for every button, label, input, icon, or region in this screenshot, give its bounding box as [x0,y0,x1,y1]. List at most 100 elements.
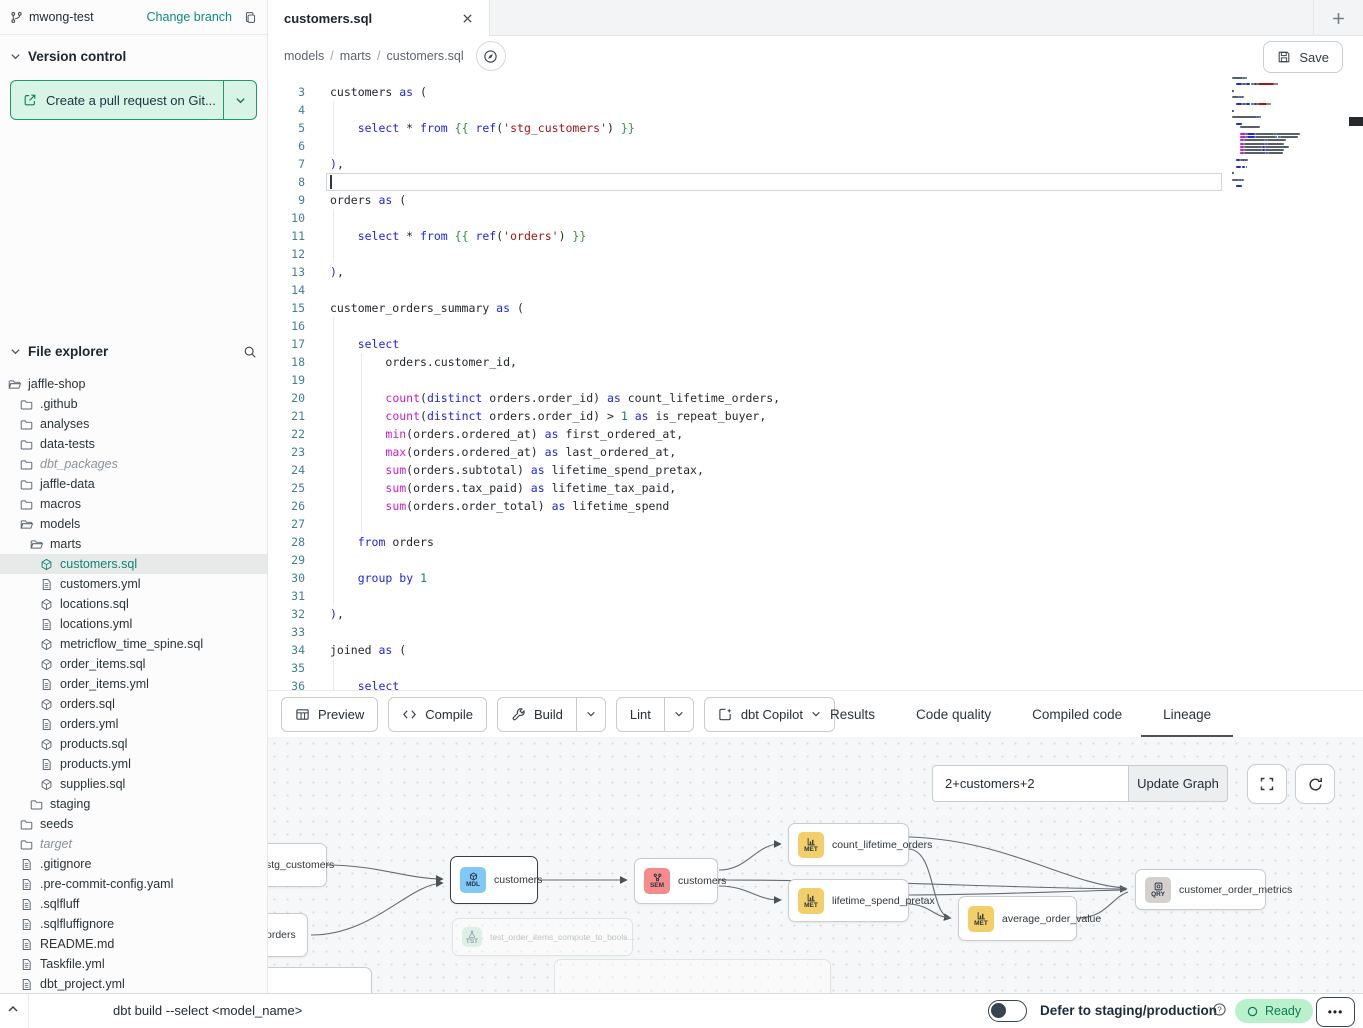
code-line[interactable]: 14 [268,281,1363,299]
file-explorer-item[interactable]: products.sql [0,734,267,754]
status-badge[interactable]: Ready [1235,999,1313,1023]
lineage-node-test_order_items_compute_to_bools-[interactable]: TSTtest_order_items_compute_to_bools... [452,918,633,956]
file-explorer-item[interactable]: supplies.sql [0,774,267,794]
file-explorer-item[interactable]: customers.sql [0,554,267,574]
help-icon[interactable]: ? [1212,1002,1227,1017]
code-line[interactable]: 35 [268,659,1363,677]
lineage-node-lifetime_spend_pretax[interactable]: METlifetime_spend_pretax [788,879,909,922]
file-explorer-item[interactable]: dbt_project.yml [0,974,267,993]
defer-toggle[interactable] [988,1000,1027,1022]
file-explorer-item[interactable]: order_items.yml [0,674,267,694]
file-explorer-item[interactable]: analyses [0,414,267,434]
code-line[interactable]: 10 [268,209,1363,227]
file-explorer-item[interactable]: orders.yml [0,714,267,734]
tab-code-quality[interactable]: Code quality [914,691,993,738]
create-pr-dropdown[interactable] [223,81,256,119]
change-branch-link[interactable]: Change branch [147,10,232,24]
tab-results[interactable]: Results [828,691,877,738]
create-pr-main[interactable]: Create a pull request on Git... [11,81,223,119]
file-explorer-item[interactable]: locations.yml [0,614,267,634]
breadcrumb-marts[interactable]: marts [340,49,371,63]
breadcrumb-file[interactable]: customers.sql [387,49,464,63]
lineage-panel[interactable]: MDLstg_customersMDLordersMDLcustomersTST… [268,737,1363,993]
code-line[interactable]: 9orders as ( [268,191,1363,209]
build-button[interactable]: Build [498,698,576,731]
code-line[interactable]: 26 sum(orders.order_total) as lifetime_s… [268,497,1363,515]
compass-icon[interactable] [476,41,506,71]
code-line[interactable]: 4 [268,101,1363,119]
lineage-filter-input[interactable]: 2+customers+2 [932,765,1128,802]
code-line[interactable]: 5 select * from {{ ref('stg_customers') … [268,119,1363,137]
code-line[interactable]: 24 sum(orders.subtotal) as lifetime_spen… [268,461,1363,479]
minimap[interactable] [1232,76,1320,198]
tab-lineage[interactable]: Lineage [1161,691,1213,738]
file-explorer-item[interactable]: jaffle-shop [0,374,267,394]
file-explorer-item[interactable]: jaffle-data [0,474,267,494]
more-options-button[interactable]: ••• [1316,997,1355,1027]
close-icon[interactable] [462,13,473,24]
compile-button[interactable]: Compile [388,697,487,732]
search-icon[interactable] [243,345,257,359]
code-editor[interactable]: 3customers as (45 select * from {{ ref('… [268,76,1363,690]
code-line[interactable]: 16 [268,317,1363,335]
new-tab-button[interactable] [1313,0,1363,36]
code-line[interactable]: 34joined as ( [268,641,1363,659]
editor-scrollbar[interactable] [1349,117,1363,126]
file-explorer-item[interactable]: dbt_packages [0,454,267,474]
file-explorer-item[interactable]: README.md [0,934,267,954]
code-line[interactable]: 25 sum(orders.tax_paid) as lifetime_tax_… [268,479,1363,497]
file-explorer-item[interactable]: locations.sql [0,594,267,614]
lineage-node-customer_order_metrics[interactable]: QRYcustomer_order_metrics [1135,869,1266,910]
code-line[interactable]: 19 [268,371,1363,389]
code-line[interactable]: 6 [268,137,1363,155]
caret-up-icon[interactable] [6,1002,20,1016]
lint-button[interactable]: Lint [617,698,664,731]
lineage-node-count_lifetime_orders[interactable]: METcount_lifetime_orders [788,823,909,866]
code-line[interactable]: 27 [268,515,1363,533]
code-line[interactable]: 18 orders.customer_id, [268,353,1363,371]
copy-icon[interactable] [244,11,257,24]
lineage-node-customers[interactable]: MDLcustomers [450,856,538,904]
file-explorer-item[interactable]: .gitignore [0,854,267,874]
code-line[interactable]: 21 count(distinct orders.order_id) > 1 a… [268,407,1363,425]
tab-compiled-code[interactable]: Compiled code [1030,691,1124,738]
file-explorer-item[interactable]: target [0,834,267,854]
file-explorer-item[interactable]: order_items.sql [0,654,267,674]
code-line[interactable]: 22 min(orders.ordered_at) as first_order… [268,425,1363,443]
code-line[interactable]: 23 max(orders.ordered_at) as last_ordere… [268,443,1363,461]
code-line[interactable]: 13), [268,263,1363,281]
code-line[interactable]: 8 [268,173,1363,191]
lineage-node-partial[interactable] [268,967,372,993]
file-explorer-item[interactable]: marts [0,534,267,554]
lineage-node-orders[interactable]: MDLorders [268,913,308,957]
code-line[interactable]: 3customers as ( [268,83,1363,101]
lineage-node-customers[interactable]: SEMcustomers [634,858,718,904]
code-line[interactable]: 29 [268,551,1363,569]
file-explorer-item[interactable]: data-tests [0,434,267,454]
code-line[interactable]: 32), [268,605,1363,623]
file-explorer-header[interactable]: File explorer [0,330,267,369]
code-line[interactable]: 7), [268,155,1363,173]
preview-button[interactable]: Preview [281,697,378,732]
code-line[interactable]: 30 group by 1 [268,569,1363,587]
file-explorer-item[interactable]: Taskfile.yml [0,954,267,974]
tab-customers-sql[interactable]: customers.sql [268,0,490,36]
breadcrumb-models[interactable]: models [284,49,324,63]
file-explorer-item[interactable]: .pre-commit-config.yaml [0,874,267,894]
command-input[interactable]: dbt build --select <model_name> [113,1003,302,1018]
version-control-header[interactable]: Version control [0,35,267,74]
code-line[interactable]: 11 select * from {{ ref('orders') }} [268,227,1363,245]
lineage-node-partial[interactable] [554,959,831,993]
code-line[interactable]: 12 [268,245,1363,263]
file-explorer-item[interactable]: models [0,514,267,534]
code-line[interactable]: 33 [268,623,1363,641]
file-explorer-item[interactable]: .sqlfluffignore [0,914,267,934]
file-explorer-item[interactable]: orders.sql [0,694,267,714]
update-graph-button[interactable]: Update Graph [1128,765,1228,802]
file-explorer-item[interactable]: customers.yml [0,574,267,594]
lineage-node-average_order_value[interactable]: METaverage_order_value [958,896,1077,941]
code-line[interactable]: 15customer_orders_summary as ( [268,299,1363,317]
lint-dropdown[interactable] [664,698,693,731]
file-explorer-item[interactable]: macros [0,494,267,514]
file-explorer-item[interactable]: staging [0,794,267,814]
